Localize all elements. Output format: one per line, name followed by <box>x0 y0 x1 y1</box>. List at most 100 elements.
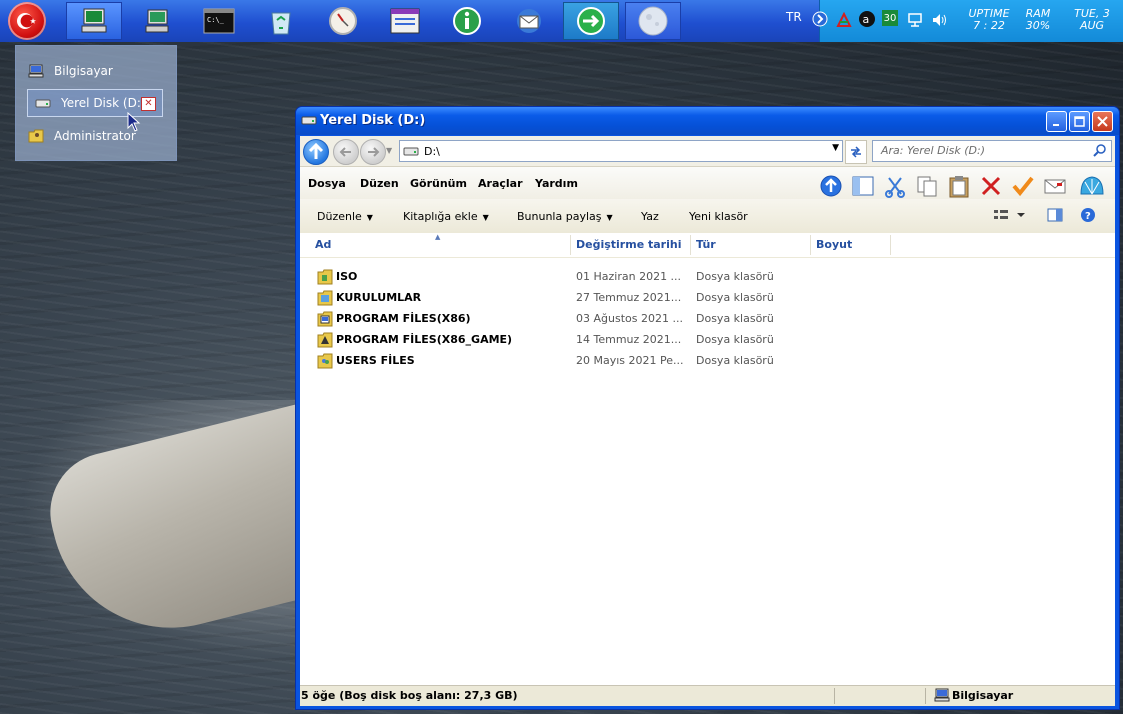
ram-widget: RAM 30% <box>1018 8 1058 32</box>
copy-icon[interactable] <box>915 174 939 201</box>
forward-button[interactable] <box>360 139 386 165</box>
taskbar-window-app[interactable] <box>377 2 433 40</box>
column-divider[interactable] <box>890 235 891 255</box>
cut-icon[interactable] <box>883 174 907 201</box>
organize-button[interactable]: Düzenle ▼ <box>317 210 373 223</box>
tray-app-icon[interactable] <box>836 11 852 31</box>
window-titlebar[interactable]: Yerel Disk (D:) <box>296 107 1119 135</box>
up-folder-icon[interactable] <box>819 174 843 201</box>
table-row[interactable]: USERS FİLES 20 Mayıs 2021 Pe... Dosya kl… <box>300 351 1115 371</box>
checkmark-icon[interactable] <box>1011 174 1035 201</box>
tray-volume-icon[interactable] <box>931 12 947 31</box>
address-field[interactable]: D:\ ▼ <box>399 140 843 162</box>
folders-pane-icon[interactable] <box>851 174 875 201</box>
svg-text:C:\_: C:\_ <box>207 16 225 24</box>
add-to-library-button[interactable]: Kitaplığa ekle ▼ <box>403 210 489 223</box>
folder-icon <box>317 269 333 288</box>
taskbar-mail[interactable] <box>501 2 557 40</box>
delete-icon[interactable] <box>979 174 1003 201</box>
popup-item-label: Bilgisayar <box>54 64 113 78</box>
column-divider[interactable] <box>570 235 571 255</box>
column-divider[interactable] <box>810 235 811 255</box>
preview-pane-icon[interactable] <box>1047 208 1063 225</box>
eject-close-icon[interactable]: ✕ <box>141 97 156 111</box>
burn-button[interactable]: Yaz <box>641 210 659 223</box>
back-button[interactable] <box>303 139 329 165</box>
table-row[interactable]: PROGRAM FİLES(X86_GAME) 14 Temmuz 2021..… <box>300 330 1115 350</box>
popup-item-drive-d[interactable]: Yerel Disk (D:) ✕ <box>27 89 163 117</box>
drive-icon <box>301 114 317 129</box>
language-indicator[interactable]: TR <box>786 10 802 24</box>
table-row[interactable]: KURULUMLAR 27 Temmuz 2021... Dosya klasö… <box>300 288 1115 308</box>
start-button[interactable] <box>8 2 46 40</box>
file-name: PROGRAM FİLES(X86) <box>336 312 471 325</box>
tray-antivirus-icon[interactable]: a <box>858 10 876 31</box>
popup-item-computer[interactable]: Bilgisayar <box>28 57 113 85</box>
command-bar: Düzenle ▼ Kitaplığa ekle ▼ Bununla paylaş ▼… <box>300 199 1115 234</box>
organize-label: Düzenle <box>317 210 362 223</box>
minimize-icon <box>1052 123 1059 126</box>
column-date-modified[interactable]: Değiştirme tarihi <box>576 238 681 251</box>
tray-network-icon[interactable] <box>907 12 923 31</box>
back-arrow-icon <box>339 147 351 157</box>
turkish-flag-icon <box>17 13 36 29</box>
search-icon[interactable] <box>1093 143 1107 160</box>
computer-popup-menu: Bilgisayar Yerel Disk (D:) ✕ Administrat… <box>15 45 177 161</box>
chevron-down-icon[interactable]: ▼ <box>832 143 839 153</box>
mail-icon[interactable] <box>1043 174 1067 201</box>
taskbar-clock[interactable] <box>315 2 371 40</box>
folder-icon <box>317 332 333 351</box>
taskbar-network[interactable] <box>129 2 185 40</box>
computer-icon <box>28 64 46 78</box>
drive-icon <box>35 98 53 108</box>
menu-help[interactable]: Yardım <box>535 177 578 190</box>
command-prompt-icon: C:\_ <box>203 8 235 34</box>
add-to-library-label: Kitaplığa ekle <box>403 210 478 223</box>
taskbar-cmd[interactable]: C:\_ <box>191 2 247 40</box>
paste-icon[interactable] <box>947 174 971 201</box>
forward-arrow-icon <box>368 147 380 157</box>
file-name: ISO <box>336 270 358 283</box>
uptime-value: 7 : 22 <box>973 19 1005 32</box>
column-size[interactable]: Boyut <box>816 238 852 251</box>
file-date: 27 Temmuz 2021... <box>576 291 682 304</box>
help-icon[interactable]: ? <box>1080 207 1096 226</box>
minimize-button[interactable] <box>1046 111 1067 132</box>
column-divider[interactable] <box>690 235 691 255</box>
globe-arrow-icon <box>577 7 605 35</box>
view-options-icon[interactable] <box>993 208 1027 225</box>
menu-tools[interactable]: Araçlar <box>478 177 523 190</box>
column-type[interactable]: Tür <box>696 238 716 251</box>
tray-counter-badge[interactable]: 30 <box>882 10 898 26</box>
shell-logo-icon[interactable] <box>1079 174 1105 201</box>
folder-icon <box>317 290 333 309</box>
close-icon <box>1097 116 1108 127</box>
taskbar-info[interactable] <box>439 2 495 40</box>
menu-view[interactable]: Görünüm <box>410 177 467 190</box>
share-with-button[interactable]: Bununla paylaş ▼ <box>517 210 613 223</box>
folder-icon <box>317 353 333 372</box>
tray-expand-icon[interactable] <box>812 11 828 30</box>
column-name[interactable]: Ad <box>315 238 331 251</box>
file-name: USERS FİLES <box>336 354 415 367</box>
taskbar-moon[interactable] <box>625 2 681 40</box>
history-dropdown-icon[interactable]: ▼ <box>386 146 392 155</box>
table-row[interactable]: ISO 01 Haziran 2021 ... Dosya klasörü <box>300 267 1115 287</box>
close-button[interactable] <box>1092 111 1113 132</box>
taskbar-computer[interactable] <box>66 2 122 40</box>
svg-text:?: ? <box>1085 211 1091 222</box>
folder-icon <box>317 311 333 330</box>
table-row[interactable]: PROGRAM FİLES(X86) 03 Ağustos 2021 ... D… <box>300 309 1115 329</box>
maximize-button[interactable] <box>1069 111 1090 132</box>
new-folder-button[interactable]: Yeni klasör <box>689 210 748 223</box>
refresh-button[interactable] <box>845 140 867 164</box>
search-input[interactable]: Ara: Yerel Disk (D:) <box>872 140 1112 162</box>
taskbar-globe[interactable] <box>563 2 619 40</box>
column-header-row: ▲ Ad Değiştirme tarihi Tür Boyut <box>300 233 1115 258</box>
date-widget[interactable]: TUE, 3 AUG <box>1066 8 1118 32</box>
menu-file[interactable]: Dosya <box>308 177 346 190</box>
menu-edit[interactable]: Düzen <box>360 177 399 190</box>
popup-item-administrator[interactable]: Administrator <box>28 122 136 150</box>
taskbar-recycle[interactable] <box>253 2 309 40</box>
nav-back-button[interactable] <box>333 139 359 165</box>
